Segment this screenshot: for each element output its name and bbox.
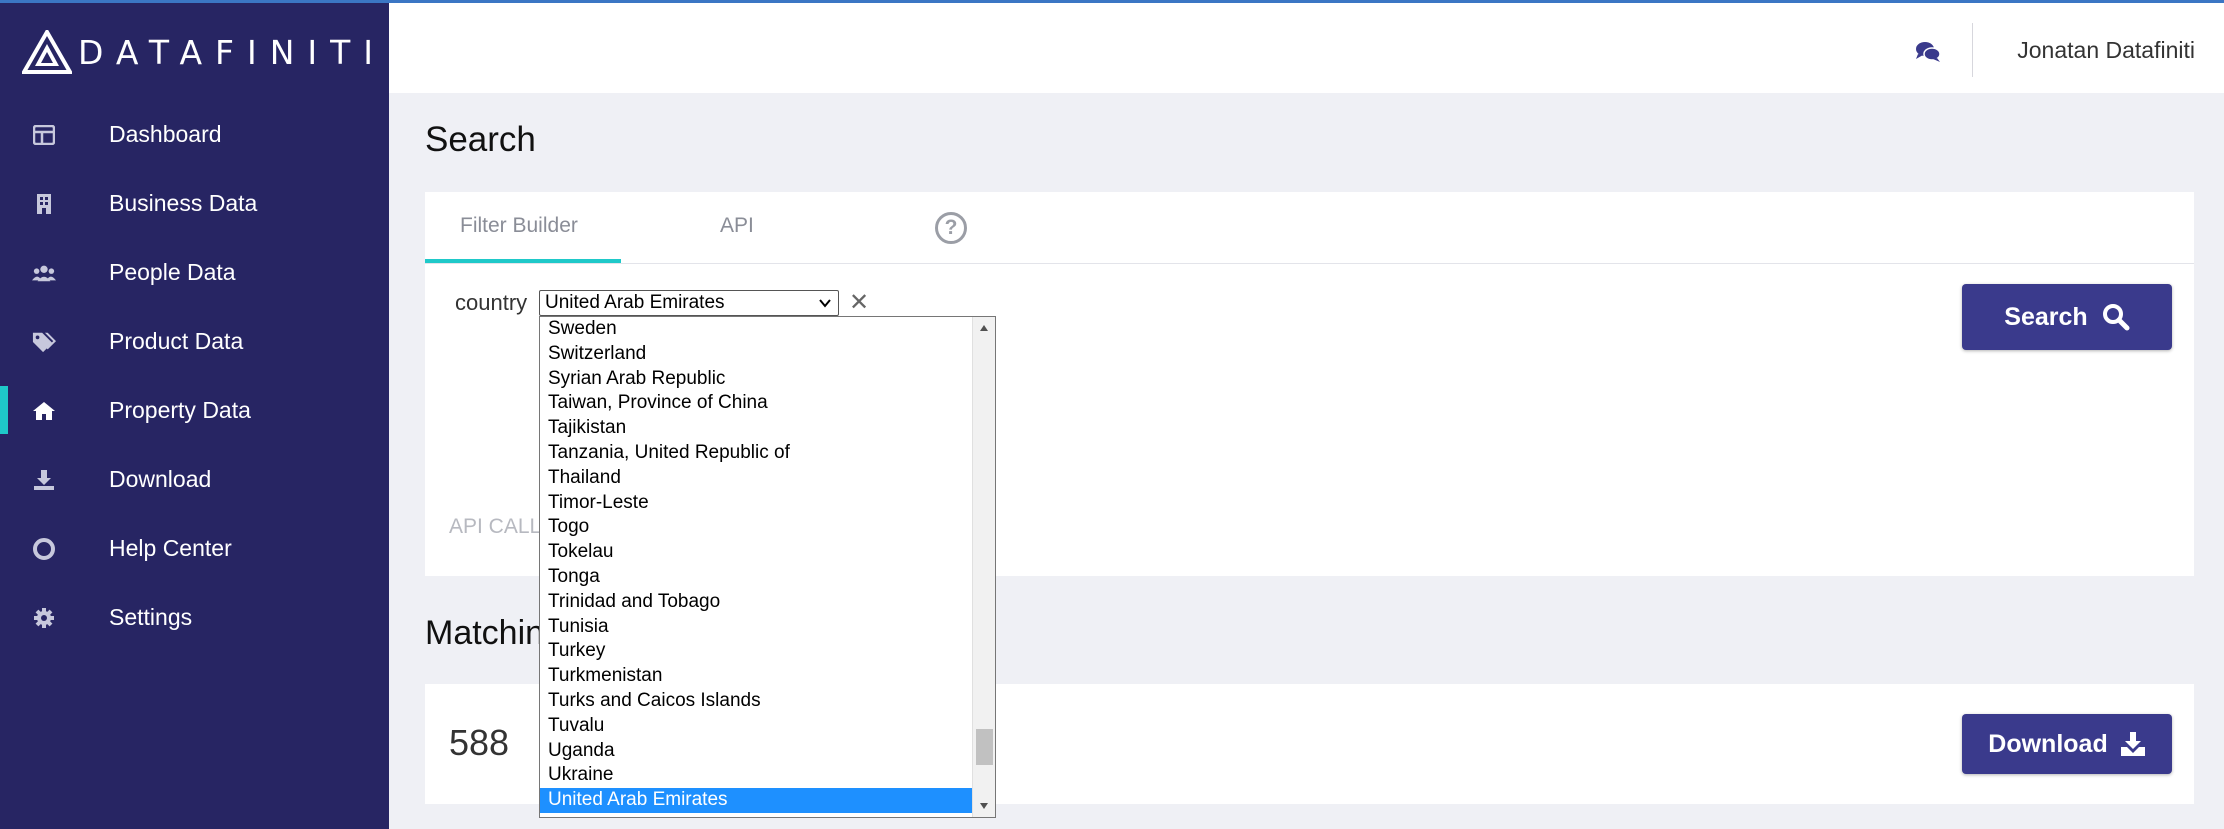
dropdown-option[interactable]: Tajikistan — [540, 416, 972, 441]
download-button[interactable]: Download — [1962, 714, 2172, 774]
clear-filter-icon[interactable]: ✕ — [849, 288, 869, 317]
match-count: 588 — [449, 722, 510, 763]
sidebar-item-help-center[interactable]: Help Center — [0, 514, 389, 583]
search-icon — [2102, 304, 2130, 331]
country-select-value: United Arab Emirates — [545, 292, 725, 313]
dropdown-option[interactable]: Tunisia — [540, 615, 972, 640]
users-icon — [32, 261, 56, 285]
sidebar-item-property-data[interactable]: Property Data — [0, 376, 389, 445]
chevron-down-icon — [819, 299, 831, 308]
dropdown-option[interactable]: Uganda — [540, 739, 972, 764]
dropdown-option[interactable]: Turks and Caicos Islands — [540, 689, 972, 714]
country-select[interactable]: United Arab Emirates — [539, 290, 839, 316]
dropdown-scrollbar[interactable] — [972, 317, 995, 817]
active-tab-indicator — [425, 259, 621, 263]
scroll-up-arrow-icon[interactable] — [973, 317, 995, 339]
gear-icon — [32, 606, 56, 630]
dropdown-option[interactable]: Tonga — [540, 565, 972, 590]
tab-filter-builder[interactable]: Filter Builder — [460, 214, 578, 238]
header-divider — [1972, 23, 1973, 77]
dropdown-option[interactable]: Timor-Leste — [540, 491, 972, 516]
datafiniti-logo-icon — [22, 30, 72, 74]
question-circle-icon[interactable]: ? — [935, 212, 967, 244]
download-icon — [2120, 732, 2145, 756]
sidebar-item-business-data[interactable]: Business Data — [0, 169, 389, 238]
dropdown-option[interactable]: Tanzania, United Republic of — [540, 441, 972, 466]
dropdown-option[interactable]: United Arab Emirates — [540, 788, 972, 813]
filter-field-label: country — [455, 290, 528, 315]
brand-name: DATAFINITI — [78, 32, 387, 72]
user-menu[interactable]: Jonatan Datafiniti — [2017, 37, 2195, 64]
sidebar-item-settings[interactable]: Settings — [0, 583, 389, 652]
dashboard-icon — [32, 123, 56, 147]
home-icon — [32, 399, 56, 423]
life-ring-icon — [32, 537, 56, 561]
dropdown-option[interactable]: Togo — [540, 515, 972, 540]
tab-api[interactable]: API — [720, 214, 754, 238]
sidebar-item-label: Business Data — [109, 190, 258, 216]
building-icon — [32, 192, 56, 216]
top-accent-line — [0, 0, 2224, 3]
sidebar-item-label: People Data — [109, 259, 236, 285]
sidebar-item-label: Help Center — [109, 535, 232, 561]
api-call-label: API CALL — [449, 515, 542, 538]
dropdown-option[interactable]: Switzerland — [540, 342, 972, 367]
sidebar-item-label: Dashboard — [109, 121, 222, 147]
dropdown-option[interactable]: Turkey — [540, 639, 972, 664]
sidebar-item-label: Settings — [109, 604, 193, 630]
dropdown-option[interactable]: Taiwan, Province of China — [540, 391, 972, 416]
dropdown-options: Sweden Switzerland Syrian Arab Republic Tai… — [540, 317, 972, 813]
search-button[interactable]: Search — [1962, 284, 2172, 350]
dropdown-option[interactable]: Tokelau — [540, 540, 972, 565]
top-header: Jonatan Datafiniti — [389, 3, 2224, 93]
sidebar-nav: Dashboard Business Data People Data Prod… — [0, 100, 389, 652]
sidebar-item-dashboard[interactable]: Dashboard — [0, 100, 389, 169]
search-button-label: Search — [2004, 302, 2088, 331]
sidebar-item-download[interactable]: Download — [0, 445, 389, 514]
sidebar-item-people-data[interactable]: People Data — [0, 238, 389, 307]
sidebar-item-product-data[interactable]: Product Data — [0, 307, 389, 376]
dropdown-option[interactable]: Thailand — [540, 466, 972, 491]
sidebar: DATAFINITI Dashboard Business Data Peopl… — [0, 0, 389, 829]
tabs: Filter Builder API ? — [425, 192, 2194, 264]
dropdown-option[interactable]: Syrian Arab Republic — [540, 367, 972, 392]
tags-icon — [32, 330, 56, 354]
sidebar-item-label: Download — [109, 466, 212, 492]
comments-icon[interactable] — [1915, 41, 1941, 63]
page-title: Search — [425, 120, 536, 159]
dropdown-option[interactable]: Tuvalu — [540, 714, 972, 739]
logo[interactable]: DATAFINITI — [22, 30, 386, 74]
sidebar-item-label: Property Data — [109, 397, 251, 423]
country-dropdown-list[interactable]: Sweden Switzerland Syrian Arab Republic Tai… — [539, 316, 996, 818]
sidebar-item-label: Product Data — [109, 328, 244, 354]
download-button-label: Download — [1988, 729, 2108, 758]
scroll-down-arrow-icon[interactable] — [973, 795, 995, 817]
dropdown-option[interactable]: Sweden — [540, 317, 972, 342]
dropdown-option[interactable]: Ukraine — [540, 763, 972, 788]
dropdown-option[interactable]: Trinidad and Tobago — [540, 590, 972, 615]
dropdown-option[interactable]: Turkmenistan — [540, 664, 972, 689]
scrollbar-thumb[interactable] — [976, 729, 993, 765]
download-icon — [32, 468, 56, 492]
